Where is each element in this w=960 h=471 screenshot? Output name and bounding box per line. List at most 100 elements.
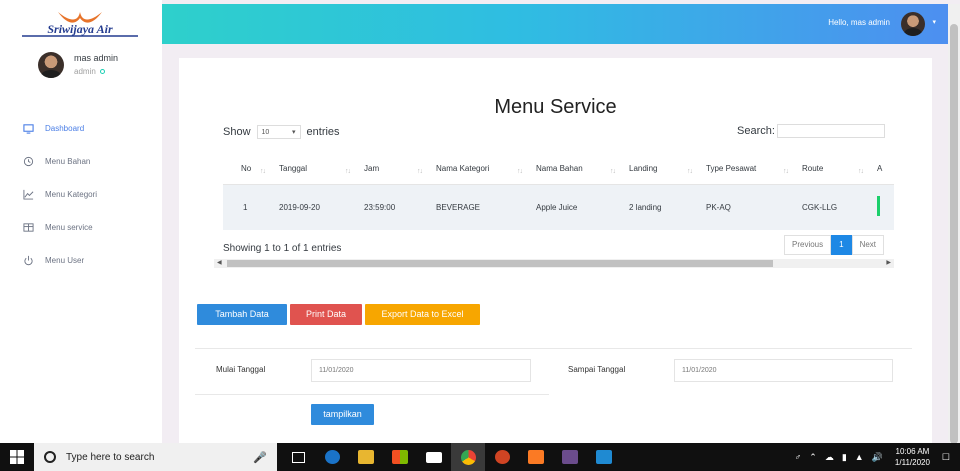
table-horizontal-scrollbar[interactable]: ◀ ▶	[214, 259, 894, 268]
battery-icon[interactable]: ▮	[842, 452, 847, 463]
notifications-icon[interactable]: ☐	[942, 452, 950, 463]
volume-icon[interactable]: 🔊	[872, 452, 883, 463]
brand-logo[interactable]: Sriwijaya Air	[18, 8, 142, 40]
table-info: Showing 1 to 1 of 1 entries	[223, 243, 342, 254]
avatar	[38, 52, 64, 78]
windows-start-icon[interactable]	[0, 443, 34, 471]
mail-icon[interactable]	[417, 443, 451, 471]
pagination: Previous 1 Next	[784, 235, 885, 255]
task-view-icon[interactable]	[281, 443, 315, 471]
app-window: Sriwijaya Air mas admin admin Dashboard …	[0, 0, 960, 471]
page-scrollbar[interactable]	[948, 4, 960, 444]
column-header-jam[interactable]: Jam ↑↓	[358, 154, 430, 185]
column-header-no[interactable]: No ↑↓	[223, 154, 273, 185]
add-data-button[interactable]: Tambah Data	[197, 304, 287, 325]
start-date-input[interactable]: 11/01/2020	[311, 359, 531, 382]
column-header-label: Type Pesawat	[706, 164, 757, 174]
column-header-nama-bahan[interactable]: Nama Bahan ↑↓	[530, 154, 623, 185]
end-date-input[interactable]: 11/01/2020	[674, 359, 893, 382]
pagination-page-1[interactable]: 1	[831, 235, 852, 255]
edit-button[interactable]	[877, 196, 880, 217]
sidebar-profile[interactable]: mas admin admin	[38, 52, 118, 78]
table-scrollbar-thumb[interactable]	[227, 260, 773, 267]
profile-role: admin	[74, 65, 118, 78]
powerpoint-icon[interactable]	[485, 443, 519, 471]
taskbar-search-box[interactable]: Type here to search 🎤	[34, 443, 277, 471]
print-data-button[interactable]: Print Data	[290, 304, 362, 325]
user-avatar[interactable]	[901, 12, 925, 36]
table-header-row: No ↑↓ Tanggal ↑↓ Jam ↑↓ Nama Kategori ↑↓ Nam…	[223, 154, 894, 185]
greeting-text: Hello, mas admin	[828, 18, 890, 27]
column-header-nama-kategori[interactable]: Nama Kategori ↑↓	[430, 154, 530, 185]
svg-text:Sriwijaya Air: Sriwijaya Air	[47, 22, 113, 36]
table-row[interactable]: 1 2019-09-20 23:59:00 BEVERAGE Apple Jui…	[223, 184, 894, 230]
virtualbox-icon[interactable]	[553, 443, 587, 471]
cortana-icon	[44, 451, 56, 463]
column-header-tanggal[interactable]: Tanggal ↑↓	[273, 154, 358, 185]
file-explorer-icon[interactable]	[349, 443, 383, 471]
sort-icon: ↑↓	[260, 168, 266, 175]
xampp-icon[interactable]	[519, 443, 553, 471]
store-icon[interactable]	[383, 443, 417, 471]
scroll-right-icon[interactable]: ▶	[886, 259, 891, 268]
page-title: Menu Service	[494, 96, 617, 118]
sort-icon: ↑↓	[345, 168, 351, 175]
sidebar-item-menu-service[interactable]: Menu service	[0, 211, 162, 244]
column-header-landing[interactable]: Landing ↑↓	[623, 154, 700, 185]
table-icon	[22, 222, 34, 234]
entries-select-value: 10	[261, 128, 270, 136]
people-icon[interactable]: ♂	[795, 452, 802, 462]
chrome-icon[interactable]	[451, 443, 485, 471]
cell-nama-bahan: Apple Juice	[536, 202, 578, 212]
onedrive-icon[interactable]: ☁	[825, 452, 834, 463]
column-header-label: Tanggal	[279, 164, 308, 174]
column-header-label: Nama Bahan	[536, 164, 583, 174]
pagination-next[interactable]: Next	[851, 235, 885, 255]
entries-select[interactable]: 10 ▾	[256, 125, 301, 139]
pagination-previous[interactable]: Previous	[784, 235, 832, 255]
cell-landing: 2 landing	[629, 202, 662, 212]
divider	[195, 394, 549, 395]
chevron-down-icon[interactable]: ▾	[932, 18, 936, 26]
column-header-label: Landing	[629, 164, 658, 174]
top-navbar: Hello, mas admin ▾	[162, 4, 948, 44]
microphone-icon[interactable]: 🎤	[253, 451, 267, 464]
end-date-label: Sampai Tanggal	[568, 365, 626, 374]
network-icon[interactable]: ▲	[855, 452, 864, 462]
profile-role-label: admin	[74, 67, 96, 76]
edge-icon[interactable]	[315, 443, 349, 471]
data-table: No ↑↓ Tanggal ↑↓ Jam ↑↓ Nama Kategori ↑↓ Nam…	[223, 154, 894, 230]
page-scrollbar-thumb[interactable]	[950, 24, 958, 444]
clock-time: 10:06 AM	[895, 447, 930, 456]
start-date-label: Mulai Tanggal	[216, 365, 266, 374]
search-input[interactable]	[776, 124, 885, 138]
power-icon	[22, 255, 34, 267]
sidebar-item-label: Menu User	[45, 256, 85, 265]
column-header-route[interactable]: Route ↑↓	[796, 154, 871, 185]
sidebar-item-menu-kategori[interactable]: Menu Kategori	[0, 178, 162, 211]
vscode-icon[interactable]	[587, 443, 621, 471]
sidebar-item-label: Menu Bahan	[45, 157, 91, 166]
column-header-type-pesawat[interactable]: Type Pesawat ↑↓	[700, 154, 796, 185]
taskbar-clock[interactable]: 10:06 AM 1/11/2020	[895, 446, 930, 468]
sidebar-item-label: Menu Kategori	[45, 190, 98, 199]
online-status-icon	[99, 69, 105, 74]
cell-no: 1	[243, 202, 248, 212]
show-filter-button[interactable]: tampilkan	[311, 404, 374, 425]
sort-icon: ↑↓	[858, 168, 864, 175]
entries-length-control: Show 10 ▾ entries	[223, 125, 340, 139]
sidebar-item-menu-bahan[interactable]: Menu Bahan	[0, 145, 162, 178]
column-header-label: No	[241, 164, 252, 174]
sidebar-item-menu-user[interactable]: Menu User	[0, 244, 162, 277]
cell-type-pesawat: PK-AQ	[706, 202, 731, 212]
table-search: Search:	[737, 124, 885, 138]
entries-label: entries	[306, 126, 340, 138]
column-header-label: Nama Kategori	[436, 164, 490, 174]
chevron-up-icon[interactable]: ⌃	[809, 452, 817, 463]
export-excel-button[interactable]: Export Data to Excel	[365, 304, 480, 325]
cell-route: CGK-LLG	[802, 202, 838, 212]
scroll-left-icon[interactable]: ◀	[217, 259, 222, 268]
column-header-action[interactable]: A	[871, 154, 894, 185]
sort-icon: ↑↓	[687, 168, 693, 175]
system-tray: ♂ ⌃ ☁ ▮ ▲ 🔊 10:06 AM 1/11/2020 ☐	[791, 446, 960, 468]
